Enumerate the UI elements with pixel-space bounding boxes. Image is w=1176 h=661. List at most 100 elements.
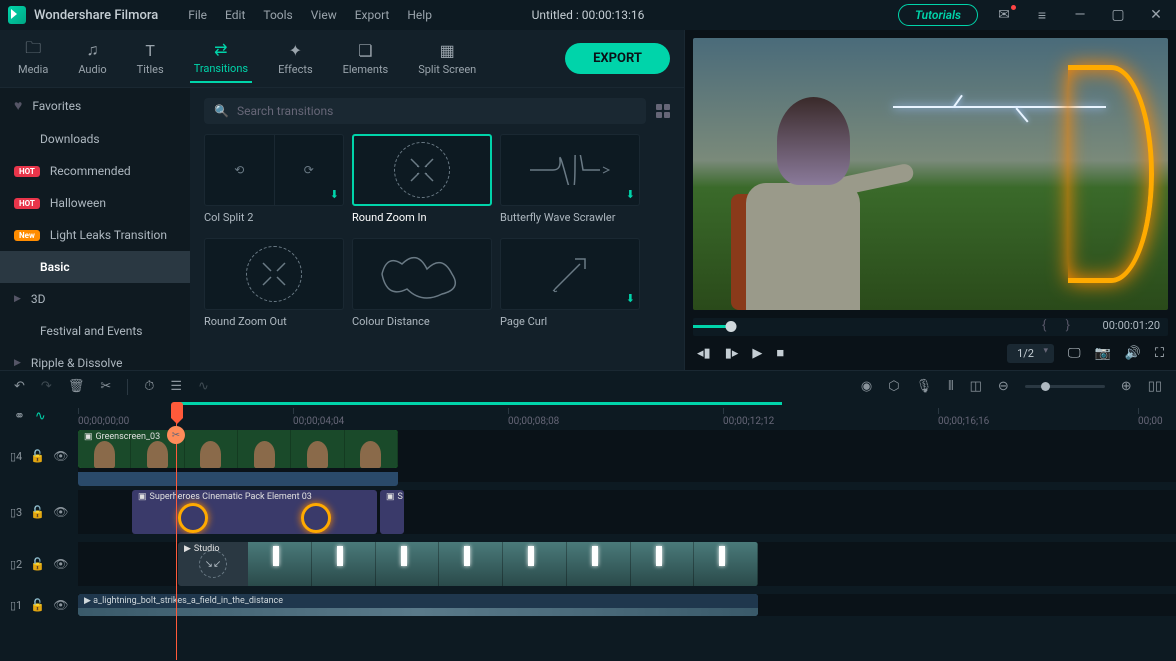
grid-view-icon[interactable] [656,104,670,118]
sidebar-item-basic[interactable]: Basic [0,251,190,283]
preview-scrubber[interactable]: { } 00:00:01:20 [693,318,1168,336]
lock-icon[interactable]: 🔓 [30,449,45,463]
clip-audio-waveform[interactable] [78,472,398,486]
clip-extra[interactable]: ▣S [380,490,404,534]
track-manager-icon[interactable]: ▯▯ [1148,379,1162,394]
new-badge: New [14,230,40,241]
menu-file[interactable]: File [188,8,207,22]
transition-icon: ⇄ [211,40,231,58]
tab-split-screen[interactable]: ▦Split Screen [414,35,480,82]
clip-greenscreen[interactable]: ▣Greenscreen_03 [78,430,398,468]
preview-person [731,79,883,310]
sidebar-item-light-leaks[interactable]: NewLight Leaks Transition [0,219,190,251]
preview-viewport[interactable] [693,38,1168,310]
export-button[interactable]: EXPORT [565,43,670,74]
notifications-icon[interactable]: ✉ [992,3,1016,27]
download-icon: ⬇ [330,188,339,201]
sidebar-item-festival[interactable]: Festival and Events [0,315,190,347]
crop-icon[interactable]: ◫ [970,379,982,394]
menu-view[interactable]: View [311,8,337,22]
play-icon[interactable]: ▶ [752,346,762,361]
link-icon[interactable]: ⚭ [14,409,25,424]
heart-icon: ♥ [14,97,22,114]
render-icon[interactable]: ◉ [861,379,872,394]
adjust-icon[interactable]: ☰ [170,379,182,394]
eye-icon[interactable]: 👁 [53,598,68,612]
zoom-out-timeline-icon[interactable]: ⊖ [998,379,1009,394]
lock-icon[interactable]: 🔓 [30,598,45,612]
sidebar-item-ripple[interactable]: ▶Ripple & Dissolve [0,347,190,370]
transition-page-curl[interactable]: ⬇ Page Curl [500,238,640,328]
tutorials-button[interactable]: Tutorials [898,4,978,26]
minimize-icon[interactable]: ― [1068,3,1092,27]
fullscreen-icon[interactable]: ⛶ [1155,346,1164,361]
search-input[interactable]: 🔍 Search transitions [204,98,646,124]
menu-edit[interactable]: Edit [225,8,245,22]
playhead-grip[interactable] [171,402,183,418]
prev-frame-icon[interactable]: ◂▮ [697,346,711,361]
tab-media[interactable]: 🗀Media [14,35,52,82]
preview-scrubber-knob[interactable] [726,321,737,332]
clip-studio[interactable]: ▶Studio ↘↙ [178,542,758,586]
tab-titles[interactable]: TTitles [133,35,168,82]
stop-icon[interactable]: ■ [776,345,784,361]
delete-icon[interactable]: 🗑 [68,379,85,394]
next-frame-icon[interactable]: ▮▸ [725,346,739,361]
timeline: ⚭ ∿ 00;00;00;00 00;00;04;04 00;00;08;08 … [0,402,1176,661]
tab-elements[interactable]: ❏Elements [339,35,393,82]
monitor-icon[interactable]: 🖵 [1068,346,1081,361]
hot-badge: HOT [14,198,40,209]
mixer-icon[interactable]: ⫴ [948,379,953,394]
zoom-slider-knob[interactable] [1041,382,1050,391]
redo-icon[interactable]: ↷ [41,379,52,394]
sidebar-item-3d[interactable]: ▶3D [0,283,190,315]
zoom-in-timeline-icon[interactable]: ⊕ [1121,379,1132,394]
sidebar-item-favorites[interactable]: ♥Favorites [0,88,190,123]
lock-icon[interactable]: 🔓 [30,505,45,519]
audio-wave-icon[interactable]: ∿ [198,379,209,394]
lock-icon[interactable]: 🔓 [30,557,45,571]
split-icon: ▦ [437,41,457,59]
record-icon[interactable]: 🎙 [916,379,933,394]
menu-overflow-icon[interactable]: ≡ [1030,3,1054,27]
undo-icon[interactable]: ↶ [14,379,25,394]
sidebar-item-downloads[interactable]: Downloads [0,123,190,155]
volume-icon[interactable]: 🔊 [1125,346,1141,361]
text-icon: T [140,41,160,59]
cut-icon[interactable]: ✂ [100,379,111,394]
maximize-icon[interactable]: ▢ [1106,3,1130,27]
snapshot-icon[interactable]: 📷 [1095,346,1111,361]
clip-superheroes-element[interactable]: ▣Superheroes Cinematic Pack Element 03 [132,490,377,534]
sidebar-item-recommended[interactable]: HOTRecommended [0,155,190,187]
menu-tools[interactable]: Tools [263,8,292,22]
clip-type-icon: ▶ [184,544,191,554]
shapes-icon: ❏ [355,41,375,59]
clip-lightning-field[interactable]: ▶ a_lightning_bolt_strikes_a_field_in_th… [78,594,758,616]
transition-colour-distance[interactable]: Colour Distance [352,238,492,328]
zoom-slider[interactable] [1025,385,1105,388]
transition-col-split-2[interactable]: ⟲⟳⬇ Col Split 2 [204,134,344,224]
eye-icon[interactable]: 👁 [53,505,68,519]
menu-export[interactable]: Export [355,8,390,22]
library-tabs: 🗀Media ♫Audio TTitles ⇄Transitions ✦Effe… [0,30,684,88]
timeline-ruler[interactable]: 00;00;00;00 00;00;04;04 00;00;08;08 00;0… [78,402,1176,430]
transition-round-zoom-out[interactable]: Round Zoom Out [204,238,344,328]
transition-round-zoom-in[interactable]: Round Zoom In [352,134,492,224]
marker-icon[interactable]: ⬡ [888,379,899,394]
tab-audio[interactable]: ♫Audio [74,35,110,82]
close-icon[interactable]: ✕ [1144,3,1168,27]
portal-ring-icon [178,503,208,533]
sidebar-item-halloween[interactable]: HOTHalloween [0,187,190,219]
folder-icon: 🗀 [23,41,43,59]
eye-icon[interactable]: 👁 [53,449,68,463]
timeline-toolbar: ↶ ↷ 🗑 ✂ ⏱ ☰ ∿ ◉ ⬡ 🎙 ⫴ ◫ ⊖ ⊕ ▯▯ [0,370,1176,402]
snap-icon[interactable]: ∿ [35,409,46,424]
eye-icon[interactable]: 👁 [53,557,68,571]
tab-effects[interactable]: ✦Effects [274,35,317,82]
transition-butterfly-wave[interactable]: ⬇ Butterfly Wave Scrawler [500,134,640,224]
preview-quality-select[interactable]: 1/2 [1007,344,1054,363]
speed-icon[interactable]: ⏱ [144,379,154,394]
tab-transitions[interactable]: ⇄Transitions [190,34,252,83]
menu-help[interactable]: Help [407,8,432,22]
range-brackets-icon[interactable]: { } [1042,318,1078,333]
